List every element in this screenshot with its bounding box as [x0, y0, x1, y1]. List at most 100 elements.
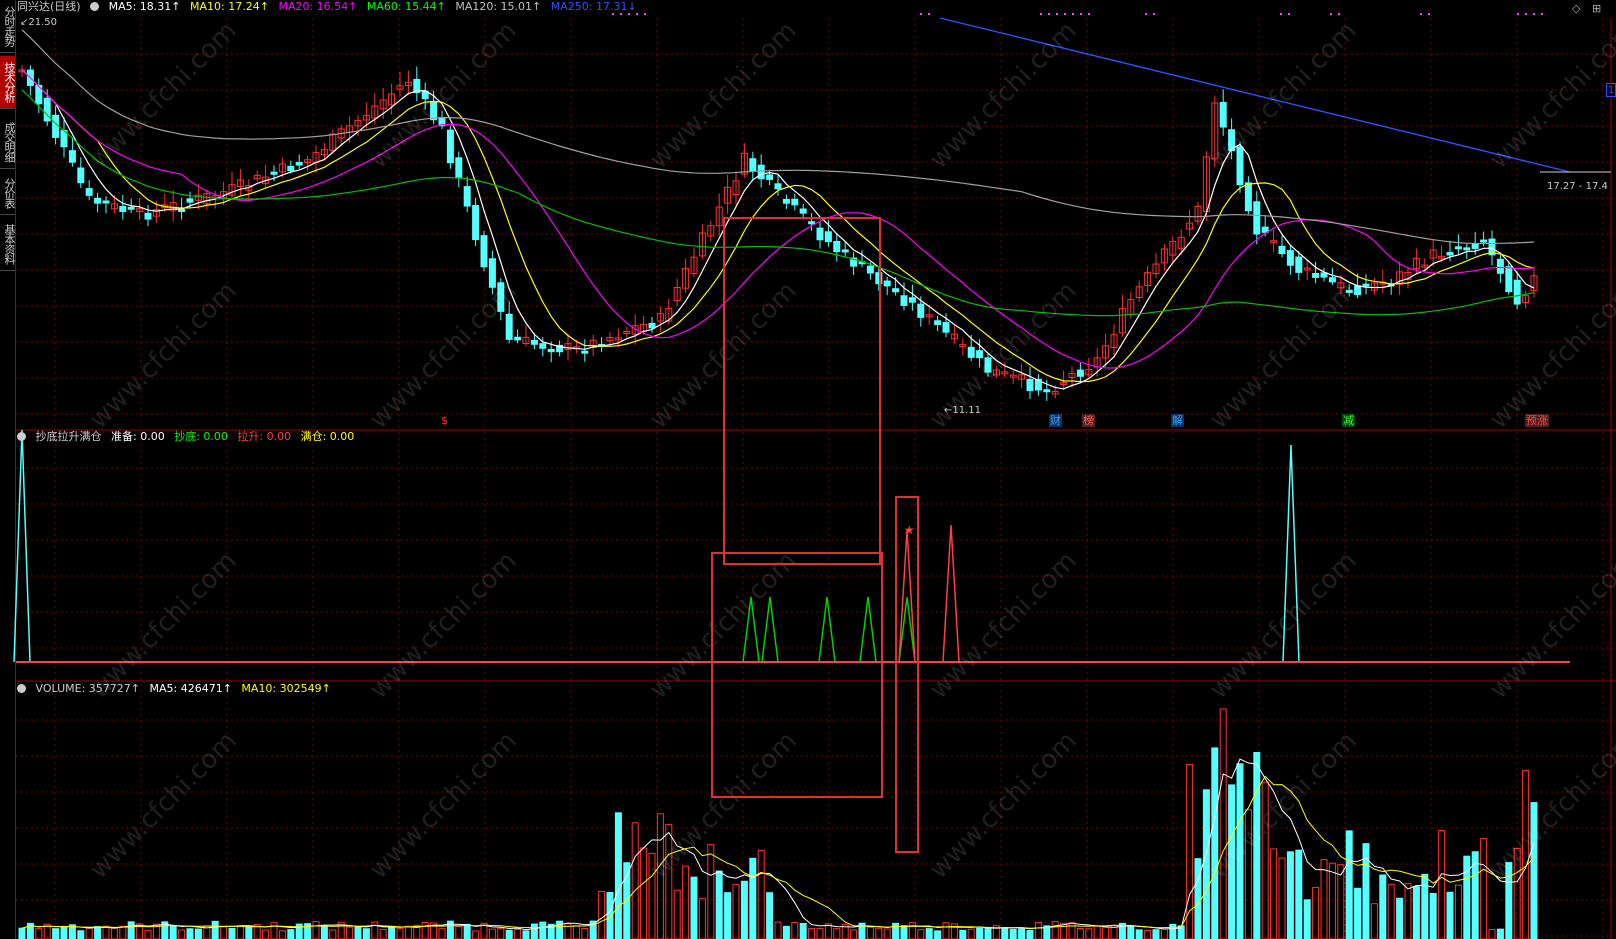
volume-bar: [295, 923, 303, 939]
volume-bar: [1001, 927, 1009, 939]
indicator-settings-icon[interactable]: [17, 432, 26, 441]
volume-bar: [1009, 928, 1017, 939]
volume-bar: [1328, 862, 1336, 939]
watermark-text: www.cfchi.com: [644, 16, 803, 175]
volume-bar: [127, 921, 135, 939]
volume-bar: [262, 929, 270, 939]
volume-bar: [791, 921, 799, 939]
ma120-label: MA120: 15.01↑: [455, 0, 542, 13]
volume-bar: [673, 889, 681, 939]
volume-bar: [572, 925, 580, 939]
volume-bar: [236, 925, 244, 939]
volume-bar: [1211, 747, 1219, 939]
signal-dot: [1420, 13, 1422, 15]
indicator-name: 抄底拉升满仓: [35, 430, 102, 443]
signal-dot: [1048, 13, 1050, 15]
event-marker-reduce[interactable]: 减: [1342, 414, 1355, 427]
candle-body: [472, 205, 480, 241]
volume-bar: [614, 812, 622, 939]
event-marker-dollar[interactable]: $: [441, 414, 448, 427]
volume-bar: [715, 870, 723, 939]
candle-body: [77, 167, 85, 184]
signal-dot: [1072, 13, 1074, 15]
candle-body: [480, 235, 488, 268]
volume-bar: [1421, 873, 1429, 939]
signal-dot: [1064, 13, 1066, 15]
watermark-text: www.cfchi.com: [364, 726, 523, 885]
ma10-label: MA10: 17.24↑: [190, 0, 269, 13]
volume-bar: [724, 892, 732, 939]
volume-bar: [766, 892, 774, 939]
volume-bar: [102, 925, 110, 939]
volume-bar: [1093, 925, 1101, 939]
volume-bar: [396, 927, 404, 939]
candle-body: [1496, 258, 1504, 274]
volume-bar: [1127, 925, 1135, 939]
volume-bar: [808, 928, 816, 939]
watermark-text: www.cfchi.com: [1204, 276, 1363, 435]
volume-bar: [94, 926, 102, 939]
volume-bar: [1387, 883, 1395, 939]
volume-name: VOLUME: 357727↑: [35, 682, 140, 695]
signal-dot: [1088, 13, 1090, 15]
signal-dot: [1517, 13, 1519, 15]
watermark-text: www.cfchi.com: [364, 276, 523, 435]
event-marker-finance[interactable]: 财: [1049, 414, 1062, 427]
event-marker-unlock[interactable]: 解: [1171, 414, 1184, 427]
candle-body: [68, 150, 76, 163]
volume-bar: [85, 927, 93, 939]
volume-bar: [1270, 848, 1278, 939]
main-chart-header: 同兴达(日线) MA5: 18.31↑ MA10: 17.24↑ MA20: 1…: [17, 0, 643, 14]
candle-body: [1295, 256, 1303, 273]
candle-body: [774, 183, 782, 190]
settings-circle-icon[interactable]: [90, 2, 100, 11]
diamond-icon[interactable]: ◇: [1572, 2, 1580, 15]
candle-body: [144, 212, 152, 220]
signal-dot: [1428, 13, 1430, 15]
expand-icon[interactable]: ⊞: [1592, 2, 1601, 15]
candle-body: [505, 313, 513, 340]
candle-body: [1328, 277, 1336, 283]
volume-bar: [1026, 929, 1034, 939]
signal-dot: [928, 13, 930, 15]
candle-body: [530, 339, 538, 345]
candle-body: [270, 171, 278, 175]
volume-bar: [850, 929, 858, 939]
volume-bar: [18, 927, 26, 939]
volume-bar: [1312, 886, 1320, 939]
candle-body: [1454, 246, 1462, 250]
candle-body: [900, 295, 908, 306]
volume-header: VOLUME: 357727↑ MA5: 426471↑ MA10: 30254…: [17, 682, 337, 696]
candle-body: [1513, 279, 1521, 305]
volume-bar: [194, 928, 202, 939]
volume-bar: [1295, 849, 1303, 939]
event-marker-forecast[interactable]: 预涨: [1525, 414, 1549, 427]
annotation-box-indicator: [711, 552, 883, 798]
candle-body: [1043, 389, 1051, 393]
candle-body: [1278, 245, 1286, 255]
candle-body: [917, 303, 925, 318]
signal-dot: [1080, 13, 1082, 15]
volume-bar: [1496, 928, 1504, 939]
volume-bar: [1412, 886, 1420, 939]
volume-bar: [1034, 921, 1042, 939]
volume-bar: [329, 929, 337, 939]
candle-body: [766, 174, 774, 180]
volume-bar: [287, 929, 295, 939]
volume-bar: [1169, 923, 1177, 939]
event-marker-rank[interactable]: 榜: [1082, 414, 1095, 427]
candle-body: [1362, 283, 1370, 287]
volume-bar: [598, 890, 606, 939]
signal-dot: [920, 13, 922, 15]
volume-bar: [77, 930, 85, 939]
volume-bar: [472, 930, 480, 939]
volume-bar: [1278, 857, 1286, 939]
candle-body: [94, 197, 102, 204]
watermark-text: www.cfchi.com: [924, 726, 1083, 885]
signal-dot: [1288, 13, 1290, 15]
volume-settings-icon[interactable]: [17, 684, 26, 693]
indicator-header: 抄底拉升满仓 准备: 0.00 抄底: 0.00 拉升: 0.00 满仓: 0.…: [17, 430, 360, 444]
annotation-box-signal: [895, 496, 919, 853]
watermark-text: www.cfchi.com: [84, 276, 243, 435]
candle-body: [757, 164, 765, 180]
